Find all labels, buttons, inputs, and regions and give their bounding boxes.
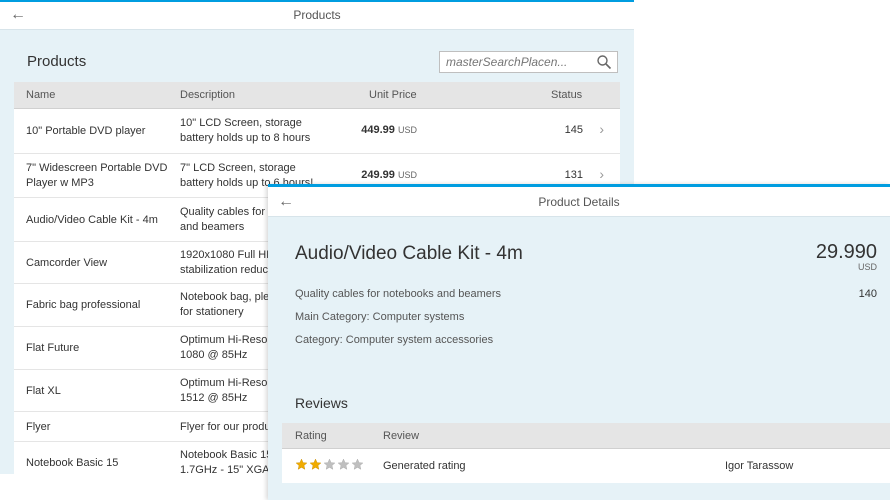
- chevron-right-icon: ›: [599, 166, 604, 182]
- product-details-window: ← Product Details Audio/Video Cable Kit …: [268, 184, 890, 500]
- arrow-left-icon[interactable]: ←: [278, 193, 294, 211]
- product-price: 29.990 USD: [816, 241, 877, 272]
- master-header-title: Products: [293, 8, 341, 22]
- star-icon: [337, 458, 350, 470]
- row-name: Fabric bag professional: [26, 299, 141, 311]
- row-name: 10" Portable DVD player: [26, 125, 146, 137]
- row-price: 449.99 USD: [361, 124, 417, 136]
- row-currency: USD: [397, 125, 417, 135]
- star-icon: [323, 458, 336, 470]
- star-icon: [295, 458, 308, 470]
- search-icon[interactable]: [596, 54, 612, 70]
- search-field[interactable]: [439, 51, 618, 73]
- row-price-value: 449.99: [361, 124, 395, 136]
- row-description: 10" LCD Screen, storage battery holds up…: [180, 117, 311, 144]
- column-header-description[interactable]: Description: [180, 89, 235, 101]
- star-icon: [309, 458, 322, 470]
- product-main-category: Main Category: Computer systems: [295, 311, 465, 323]
- column-header-status[interactable]: Status: [551, 89, 582, 101]
- row-name: 7" Widescreen Portable DVD Player w MP3: [26, 162, 168, 189]
- row-name: Audio/Video Cable Kit - 4m: [26, 214, 158, 226]
- row-price-value: 249.99: [361, 169, 395, 181]
- arrow-left-icon[interactable]: ←: [10, 6, 26, 24]
- row-currency: USD: [397, 170, 417, 180]
- reviews-table-header: Rating Review: [282, 423, 890, 449]
- product-price-value: 29.990: [815, 241, 877, 263]
- row-name: Flat Future: [26, 342, 80, 354]
- product-category: Category: Computer system accessories: [295, 334, 494, 346]
- column-header-name[interactable]: Name: [26, 89, 55, 101]
- row-name: Flyer: [26, 421, 51, 433]
- column-header-review[interactable]: Review: [383, 430, 419, 442]
- star-icon: [351, 458, 364, 470]
- row-name: Notebook Basic 15: [26, 457, 119, 469]
- row-name: Camcorder View: [26, 257, 108, 269]
- detail-header: ← Product Details: [268, 187, 890, 217]
- row-name: Flat XL: [26, 385, 61, 397]
- review-author: Igor Tarassow: [725, 460, 794, 472]
- product-title: Audio/Video Cable Kit - 4m: [295, 243, 523, 264]
- product-description: Quality cables for notebooks and beamers: [295, 288, 502, 300]
- rating-stars: [295, 458, 364, 471]
- chevron-right-icon: ›: [599, 121, 604, 137]
- table-row[interactable]: 10" Portable DVD player 10" LCD Screen, …: [14, 109, 620, 154]
- review-text: Generated rating: [383, 460, 466, 472]
- row-price: 249.99 USD: [361, 169, 417, 181]
- row-status: 131: [564, 169, 583, 181]
- detail-header-title: Product Details: [538, 195, 620, 209]
- products-table-header: Name Description Unit Price Status: [14, 82, 620, 109]
- column-header-rating[interactable]: Rating: [295, 430, 327, 442]
- master-toolbar: Products: [0, 30, 634, 82]
- product-stock: 140: [858, 288, 877, 300]
- search-input[interactable]: [440, 52, 590, 72]
- master-header: ← Products: [0, 2, 634, 30]
- review-row[interactable]: Generated rating Igor Tarassow: [282, 449, 890, 483]
- column-header-price[interactable]: Unit Price: [369, 89, 417, 101]
- reviews-title: Reviews: [295, 395, 348, 411]
- list-title: Products: [27, 53, 87, 70]
- row-status: 145: [564, 124, 583, 136]
